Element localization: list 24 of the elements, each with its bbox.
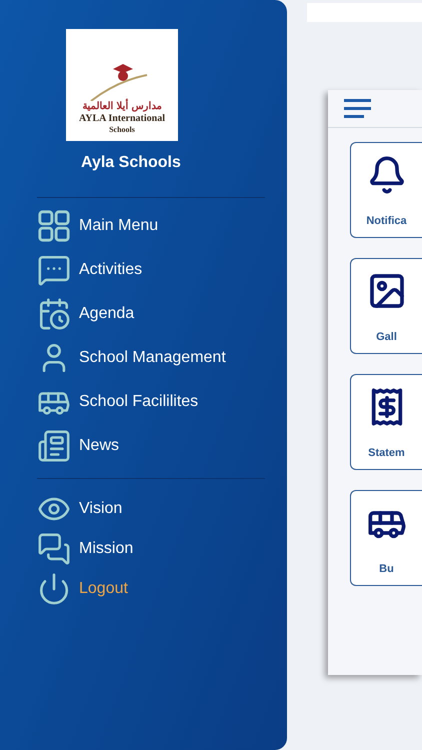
feature-tile[interactable]: Bu (350, 490, 422, 586)
chat-bubbles-icon (37, 532, 71, 566)
newspaper-icon (37, 429, 71, 463)
menu-item[interactable]: Main Menu (79, 214, 158, 238)
power-icon (37, 572, 71, 606)
school-name: Ayla Schools (81, 153, 182, 173)
menu-icon[interactable] (344, 99, 371, 118)
menu-item[interactable]: Logout (79, 577, 128, 601)
logo-english-text: AYLA International (78, 113, 166, 125)
chat-bubble-icon (37, 253, 71, 287)
menu-item[interactable]: School Management (79, 346, 226, 370)
logo-arabic-text: مدارس أيلا العالمية (82, 101, 162, 113)
menu-item[interactable]: Mission (79, 537, 134, 561)
menu-item[interactable]: News (79, 434, 120, 458)
calendar-clock-icon (37, 297, 71, 331)
grid-icon (37, 209, 71, 243)
menu-item[interactable]: Agenda (79, 302, 134, 326)
menu-item[interactable]: Activities (79, 258, 142, 282)
menu-item[interactable]: Vision (79, 497, 122, 521)
feature-tile[interactable]: Statem (350, 374, 422, 470)
menu-item[interactable]: School Facililites (79, 390, 198, 414)
feature-tile[interactable]: Notifica (350, 142, 422, 238)
feature-tile[interactable]: Gall (350, 258, 422, 354)
logo-subtitle-text: Schools (109, 125, 135, 135)
